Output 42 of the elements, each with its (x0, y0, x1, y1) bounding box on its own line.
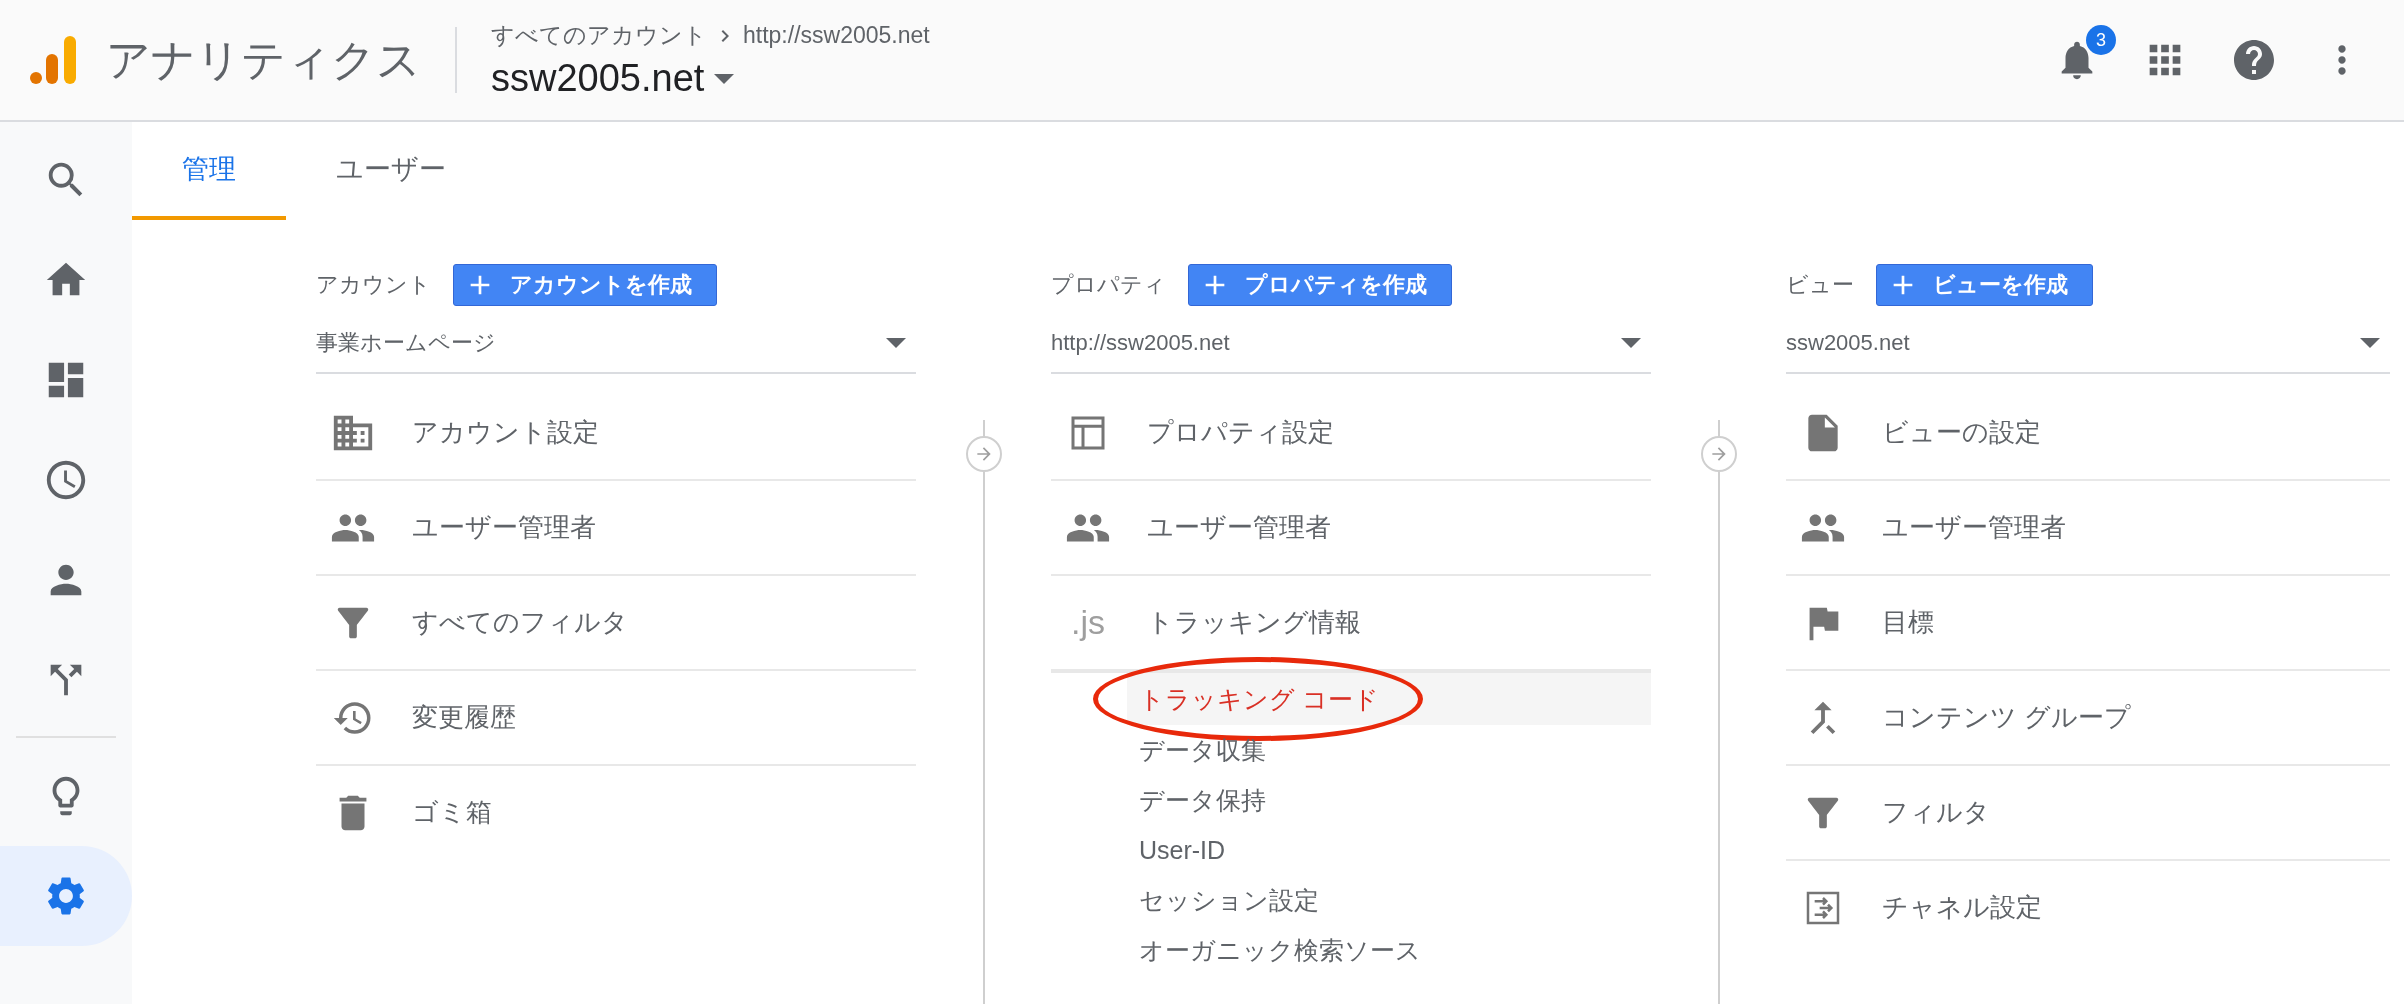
tab[interactable]: 管理 (132, 122, 286, 220)
submenu-item[interactable]: オーガニック検索ソース (1127, 925, 1651, 975)
submenu-item[interactable]: User-ID (1127, 825, 1651, 875)
menu-item[interactable]: .js トラッキング情報 (1063, 576, 1361, 669)
menu-item[interactable]: ビューの設定 (1798, 386, 2041, 479)
menu-item[interactable]: フィルタ (1798, 766, 1990, 859)
caret-icon (886, 338, 906, 348)
column-label: プロパティ (1051, 271, 1166, 299)
menu-item[interactable]: ユーザー管理者 (1063, 481, 1331, 574)
settings-icon[interactable] (0, 846, 132, 946)
menu-item[interactable]: プロパティ設定 (1063, 386, 1334, 479)
create-button[interactable]: アカウントを作成 (453, 264, 717, 306)
tab[interactable]: ユーザー (286, 122, 496, 220)
product-title: アナリティクス (106, 27, 457, 93)
menu-item[interactable]: ゴミ箱 (328, 766, 492, 859)
caret-icon (2360, 338, 2380, 348)
selector-dropdown[interactable]: 事業ホームページ (316, 314, 916, 374)
js-icon: .js (1063, 603, 1113, 642)
caret-icon (714, 73, 735, 84)
submenu-item[interactable]: データ収集 (1127, 725, 1651, 775)
submenu-item[interactable]: トラッキング コード (1127, 673, 1651, 725)
column-label: アカウント (316, 271, 431, 299)
menu-item[interactable]: 目標 (1798, 576, 1934, 669)
menu-item[interactable]: チャネル設定 (1798, 861, 2042, 954)
create-button[interactable]: プロパティを作成 (1188, 264, 1452, 306)
menu-item[interactable]: ユーザー管理者 (1798, 481, 2066, 574)
menu-item[interactable]: コンテンツ グループ (1798, 671, 2132, 764)
menu-item[interactable]: ユーザー管理者 (328, 481, 596, 574)
selector-dropdown[interactable]: ssw2005.net (1786, 314, 2390, 374)
column-label: ビュー (1786, 271, 1854, 299)
caret-icon (1621, 338, 1641, 348)
menu-item[interactable]: すべてのフィルタ (328, 576, 628, 669)
menu-item[interactable]: アカウント設定 (328, 386, 599, 479)
create-button[interactable]: ビューを作成 (1876, 264, 2093, 306)
notification-count: 3 (2086, 25, 2116, 55)
menu-item[interactable]: 変更履歴 (328, 671, 516, 764)
selector-dropdown[interactable]: http://ssw2005.net (1051, 314, 1651, 374)
submenu-item[interactable]: セッション設定 (1127, 875, 1651, 925)
submenu-item[interactable]: データ保持 (1127, 775, 1651, 825)
breadcrumb-link[interactable]: すべてのアカウント (491, 20, 707, 51)
breadcrumb-link[interactable]: http://ssw2005.net (743, 22, 930, 49)
property-picker[interactable]: ssw2005.net (491, 57, 930, 100)
